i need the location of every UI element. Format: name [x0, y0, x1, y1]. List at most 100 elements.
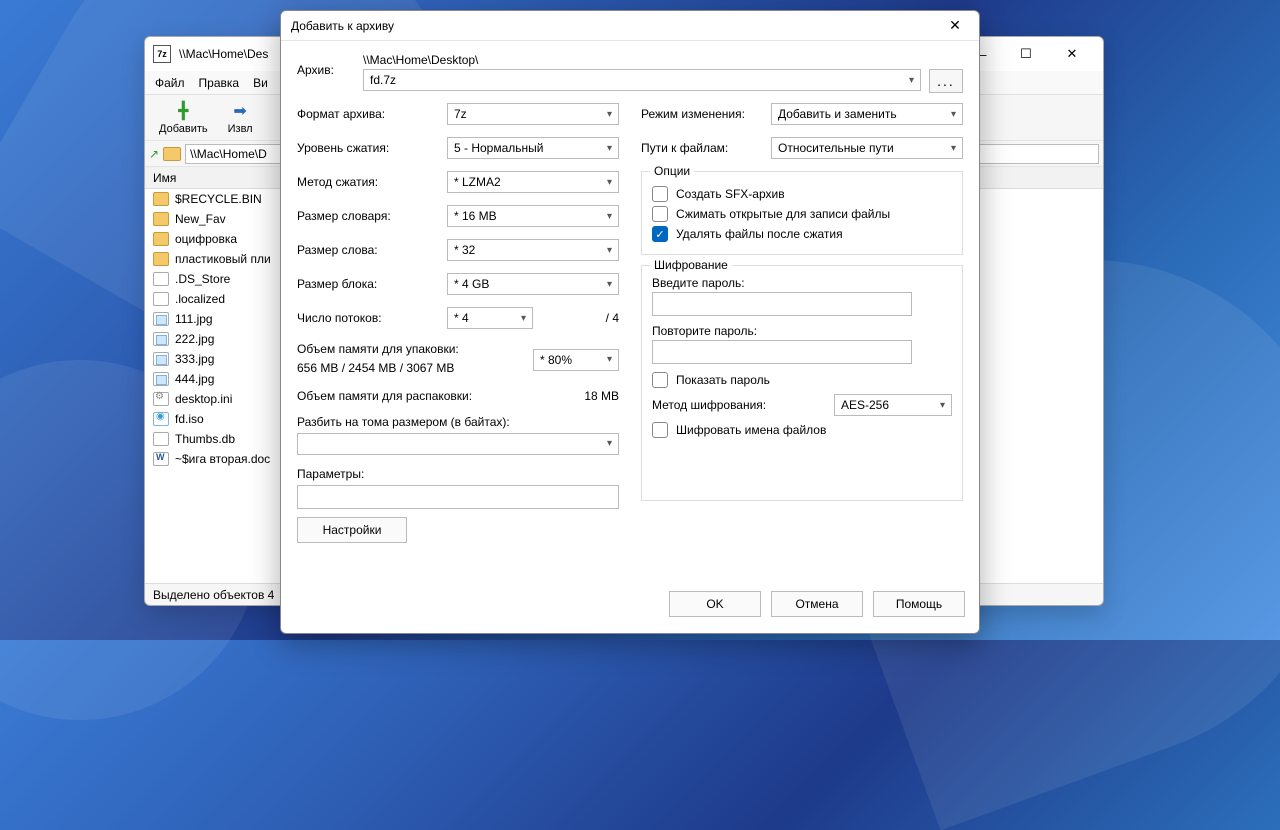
dialog-title: Добавить к архиву [291, 19, 394, 33]
archive-name-input[interactable]: fd.7z ▾ [363, 69, 921, 91]
add-label: Добавить [159, 123, 208, 135]
threads-max: / 4 [606, 311, 619, 325]
checkbox-icon [652, 186, 668, 202]
mode-select[interactable]: Добавить и заменить▾ [771, 103, 963, 125]
format-select[interactable]: 7z▾ [447, 103, 619, 125]
browse-button[interactable]: ... [929, 69, 963, 93]
file-name: пластиковый пли [175, 252, 271, 266]
archive-label: Архив: [297, 53, 351, 77]
chevron-down-icon: ▾ [940, 400, 945, 411]
checkbox-icon [652, 206, 668, 222]
extract-label: Извл [228, 123, 253, 135]
add-button[interactable]: ╋ Добавить [153, 101, 214, 135]
mem-unpack-label: Объем памяти для распаковки: [297, 389, 472, 403]
window-title: \\Mac\Home\Des [179, 47, 268, 61]
encrypt-names-checkbox-row[interactable]: Шифровать имена файлов [652, 422, 952, 438]
show-password-checkbox-row[interactable]: Показать пароль [652, 372, 952, 388]
checkbox-icon [652, 422, 668, 438]
folder-icon [153, 232, 169, 246]
password2-label: Повторите пароль: [652, 324, 952, 338]
checkbox-checked-icon: ✓ [652, 226, 668, 242]
path-value: \\Mac\Home\D [190, 147, 267, 161]
file-name: $RECYCLE.BIN [175, 192, 262, 206]
maximize-button[interactable]: ☐ [1003, 39, 1049, 69]
extract-button[interactable]: ➡ Извл [222, 101, 259, 135]
archive-name-value: fd.7z [370, 73, 396, 87]
encryption-group: Шифрование Введите пароль: Повторите пар… [641, 265, 963, 501]
split-label: Разбить на тома размером (в байтах): [297, 415, 619, 429]
sfx-label: Создать SFX-архив [676, 187, 785, 201]
mem-pack-label: Объем памяти для упаковки: [297, 341, 459, 358]
ok-button[interactable]: OK [669, 591, 761, 617]
up-icon[interactable]: ↗ [149, 147, 159, 161]
arrow-right-icon: ➡ [230, 101, 250, 121]
mem-pct-select[interactable]: * 80%▾ [533, 349, 619, 371]
file-icon [153, 432, 169, 446]
file-name: .localized [175, 292, 225, 306]
file-icon [153, 372, 169, 386]
dialog-button-bar: OK Отмена Помощь [281, 585, 979, 633]
level-label: Уровень сжатия: [297, 141, 437, 155]
file-name: New_Fav [175, 212, 226, 226]
dialog-title-bar: Добавить к архиву ✕ [281, 11, 979, 41]
mem-unpack-value: 18 MB [584, 389, 619, 403]
block-select[interactable]: * 4 GB▾ [447, 273, 619, 295]
chevron-down-icon: ▾ [951, 143, 956, 154]
paths-select[interactable]: Относительные пути▾ [771, 137, 963, 159]
dialog-close-button[interactable]: ✕ [941, 16, 969, 36]
settings-button[interactable]: Настройки [297, 517, 407, 543]
encryption-group-label: Шифрование [650, 258, 732, 272]
file-name: 111.jpg [175, 312, 213, 326]
delete-after-checkbox-row[interactable]: ✓ Удалять файлы после сжатия [652, 226, 952, 242]
chevron-down-icon: ▾ [607, 211, 612, 222]
file-icon [153, 352, 169, 366]
status-text: Выделено объектов 4 [153, 588, 274, 602]
mem-pack-value: 656 MB / 2454 MB / 3067 MB [297, 360, 459, 377]
add-to-archive-dialog: Добавить к архиву ✕ Архив: \\Mac\Home\De… [280, 10, 980, 634]
split-select[interactable]: ▾ [297, 433, 619, 455]
chevron-down-icon: ▾ [607, 438, 612, 449]
chevron-down-icon: ▾ [909, 75, 914, 86]
file-icon [153, 272, 169, 286]
encrypt-names-label: Шифровать имена файлов [676, 423, 826, 437]
help-button[interactable]: Помощь [873, 591, 965, 617]
menu-file[interactable]: Файл [155, 76, 185, 90]
threads-label: Число потоков: [297, 311, 437, 325]
params-label: Параметры: [297, 467, 619, 481]
threads-select[interactable]: * 4▾ [447, 307, 533, 329]
file-icon [153, 312, 169, 326]
folder-icon [153, 212, 169, 226]
paths-label: Пути к файлам: [641, 141, 761, 155]
cancel-button[interactable]: Отмена [771, 591, 863, 617]
password-input[interactable] [652, 292, 912, 316]
file-name: desktop.ini [175, 392, 232, 406]
file-name: 333.jpg [175, 352, 214, 366]
file-name: оцифровка [175, 232, 237, 246]
dict-label: Размер словаря: [297, 209, 437, 223]
file-icon [153, 452, 169, 466]
method-select[interactable]: * LZMA2▾ [447, 171, 619, 193]
compress-open-checkbox-row[interactable]: Сжимать открытые для записи файлы [652, 206, 952, 222]
checkbox-icon [652, 372, 668, 388]
close-button[interactable]: ✕ [1049, 39, 1095, 69]
file-name: Thumbs.db [175, 432, 235, 446]
folder-icon [153, 192, 169, 206]
word-label: Размер слова: [297, 243, 437, 257]
sfx-checkbox-row[interactable]: Создать SFX-архив [652, 186, 952, 202]
params-input[interactable] [297, 485, 619, 509]
chevron-down-icon: ▾ [607, 177, 612, 188]
word-select[interactable]: * 32▾ [447, 239, 619, 261]
file-name: ~$ига вторая.doc [175, 452, 270, 466]
archive-path: \\Mac\Home\Desktop\ [363, 53, 963, 67]
chevron-down-icon: ▾ [607, 354, 612, 365]
menu-edit[interactable]: Правка [199, 76, 240, 90]
enc-method-select[interactable]: AES-256▾ [834, 394, 952, 416]
mode-label: Режим изменения: [641, 107, 761, 121]
options-group-label: Опции [650, 164, 694, 178]
level-select[interactable]: 5 - Нормальный▾ [447, 137, 619, 159]
chevron-down-icon: ▾ [607, 279, 612, 290]
dict-select[interactable]: * 16 MB▾ [447, 205, 619, 227]
menu-view[interactable]: Ви [253, 76, 268, 90]
password2-input[interactable] [652, 340, 912, 364]
file-name: 444.jpg [175, 372, 214, 386]
